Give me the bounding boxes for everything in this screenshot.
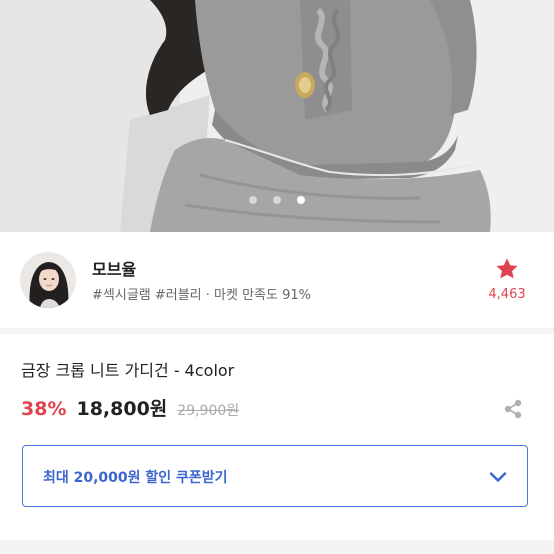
shop-tags: #섹시글램 #러블리 · 마켓 만족도 91% [92, 288, 311, 303]
favorite-button[interactable]: 4,463 [482, 256, 532, 302]
product-title: 금장 크롭 니트 가디건 - 4color [21, 361, 235, 380]
carousel-indicators [0, 196, 554, 204]
discount-rate: 38% [21, 398, 67, 420]
shop-info[interactable]: 모브율 #섹시글램 #러블리 · 마켓 만족도 91% 4,463 [0, 232, 554, 328]
product-image-carousel[interactable] [0, 0, 554, 232]
carousel-dot-3-active[interactable] [297, 196, 305, 204]
bottom-divider [0, 540, 554, 554]
carousel-dot-2[interactable] [273, 196, 281, 204]
share-icon [504, 399, 522, 419]
shop-avatar[interactable] [20, 252, 76, 308]
coupon-label: 최대 20,000원 할인 쿠폰받기 [43, 470, 228, 486]
chevron-down-icon [489, 472, 507, 482]
section-divider [0, 328, 554, 334]
coupon-button[interactable]: 최대 20,000원 할인 쿠폰받기 [22, 445, 528, 507]
sale-price: 18,800원 [76, 398, 168, 420]
share-button[interactable] [502, 398, 524, 420]
avatar-image [20, 252, 76, 308]
star-icon [496, 258, 518, 279]
carousel-dot-1[interactable] [249, 196, 257, 204]
product-detail-page: 모브율 #섹시글램 #러블리 · 마켓 만족도 91% 4,463 금장 크롭 … [0, 0, 554, 554]
shop-name[interactable]: 모브율 [92, 256, 136, 280]
favorite-count: 4,463 [488, 287, 526, 302]
price-row: 38% 18,800원 29,900원 [21, 394, 239, 424]
original-price: 29,900원 [177, 403, 240, 419]
